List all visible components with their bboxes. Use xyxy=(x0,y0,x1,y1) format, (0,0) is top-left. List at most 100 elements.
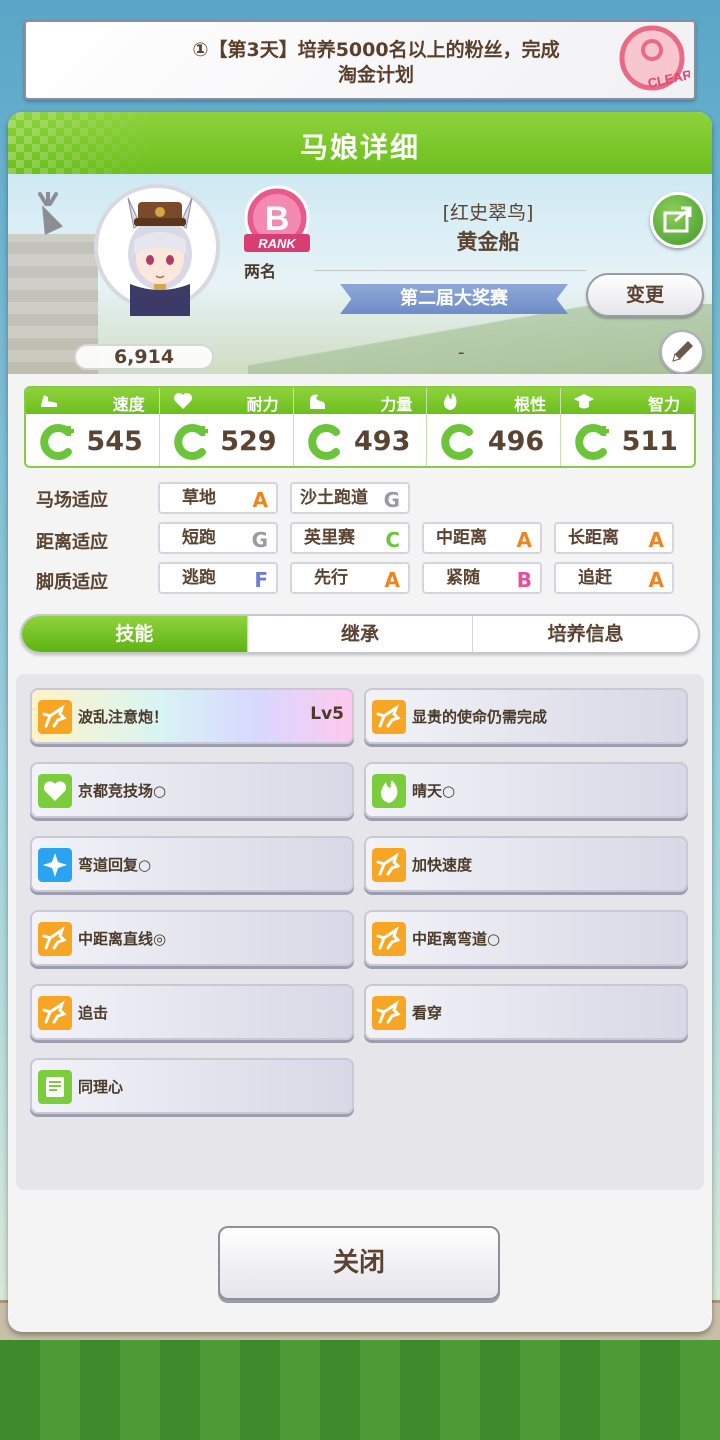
aptitude-turf: 草地 A xyxy=(158,482,278,514)
distance-aptitude-label: 距离适应 xyxy=(36,532,108,553)
skill-name: 加快速度 xyxy=(412,856,473,874)
fan-count: 6,914 xyxy=(74,344,214,370)
character-portrait[interactable] xyxy=(108,184,212,316)
horse-epithet: [红史翠鸟] xyxy=(442,202,534,224)
aptitude-long: 长距离 A xyxy=(554,522,674,554)
running-horse-icon xyxy=(38,700,72,734)
skill-item[interactable]: 显贵的使命仍需完成 xyxy=(364,688,688,744)
skill-item[interactable]: 弯道回复○ xyxy=(30,836,354,892)
stat-value: 493 xyxy=(354,426,411,457)
stat-value: 496 xyxy=(487,426,545,457)
tab-training-info[interactable]: 培养信息 xyxy=(473,616,698,652)
aptitude-name: 英里赛 xyxy=(304,528,355,548)
aptitude-name: 追赶 xyxy=(578,568,612,588)
aptitude-medium: 中距离 A xyxy=(422,522,542,554)
horse-name: 黄金船 xyxy=(456,230,520,254)
skill-item[interactable]: 加快速度 xyxy=(364,836,688,892)
grade-c-plus-icon xyxy=(40,424,74,460)
carrot-icon[interactable] xyxy=(30,192,66,238)
grade-c-plus-icon xyxy=(575,424,610,460)
skill-item[interactable]: 中距离弯道○ xyxy=(364,910,688,966)
stat-header: 速度 xyxy=(26,388,159,414)
dialog-header: 马娘详细 xyxy=(8,112,712,174)
share-button[interactable] xyxy=(650,192,706,248)
skill-item[interactable]: 波乱注意炮！ Lv5 xyxy=(30,688,354,744)
stat-value: 529 xyxy=(220,426,277,457)
stat-label: 速度 xyxy=(112,395,145,414)
stat-label: 耐力 xyxy=(246,395,279,414)
grade-c-icon xyxy=(307,424,340,460)
skill-name: 同理心 xyxy=(78,1078,124,1096)
tab-inheritance[interactable]: 继承 xyxy=(248,616,474,652)
skill-name: 显贵的使命仍需完成 xyxy=(412,708,548,726)
aptitude-grade: A xyxy=(516,528,532,552)
running-horse-icon xyxy=(372,700,406,734)
running-horse-icon xyxy=(372,996,406,1030)
aptitude-grade: B xyxy=(516,568,532,592)
name-divider xyxy=(314,270,586,271)
skill-item[interactable]: 同理心 xyxy=(30,1058,354,1114)
sparkle-icon xyxy=(38,848,72,882)
share-icon xyxy=(663,206,692,233)
stat-header: 智力 xyxy=(561,388,694,414)
grade-c-plus-icon xyxy=(174,424,208,460)
aptitude-grade: A xyxy=(648,568,664,592)
running-horse-icon xyxy=(38,996,72,1030)
skill-item[interactable]: 京都竞技场○ xyxy=(30,762,354,818)
skill-level: Lv5 xyxy=(310,704,344,724)
aptitude-grade: A xyxy=(252,488,268,512)
aptitude-grade: G xyxy=(251,528,268,552)
tab-skills[interactable]: 技能 xyxy=(22,616,248,652)
running-horse-icon xyxy=(372,922,406,956)
stats-panel: 速度 545 耐力 529 力量 493 根性 496 智力 511 xyxy=(24,386,696,468)
stat-header: 力量 xyxy=(293,388,427,414)
graduation-cap-icon xyxy=(574,394,595,409)
rank-letter: B xyxy=(265,200,290,238)
aptitude-grade: F xyxy=(254,568,268,592)
close-button[interactable]: 关闭 xyxy=(218,1226,500,1300)
aptitude-name: 先行 xyxy=(314,568,348,588)
aptitude-betweener: 紧随 B xyxy=(422,562,542,594)
change-title-button[interactable]: 变更 xyxy=(586,273,704,317)
book-icon xyxy=(38,1070,72,1104)
title-ribbon: 第二届大奖赛 xyxy=(340,284,568,314)
stat-header: 根性 xyxy=(427,388,561,414)
aptitude-grade: A xyxy=(648,528,664,552)
aptitude-leader: 先行 A xyxy=(290,562,410,594)
aptitude-grade: G xyxy=(383,488,400,512)
rank-badge: B RANK xyxy=(244,185,310,252)
stat-value: 545 xyxy=(86,426,143,457)
rank-subtitle: 两名 xyxy=(244,262,277,281)
skill-item[interactable]: 晴天○ xyxy=(364,762,688,818)
aptitude-grade: A xyxy=(384,568,400,592)
style-aptitude-label: 脚质适应 xyxy=(36,572,108,593)
aptitude-grade: C xyxy=(385,528,400,552)
stat-value: 511 xyxy=(621,426,678,457)
skill-name: 中距离弯道○ xyxy=(412,930,501,948)
stat-label: 根性 xyxy=(514,395,547,414)
track-aptitude-label: 马场适应 xyxy=(36,490,108,511)
skill-name: 京都竞技场○ xyxy=(78,782,167,800)
aptitude-sprint: 短跑 G xyxy=(158,522,278,554)
aptitude-name: 逃跑 xyxy=(182,568,216,588)
skill-name: 看穿 xyxy=(412,1004,443,1022)
stat-power: 力量 493 xyxy=(293,388,428,466)
mission-text-line1: ①【第3天】培养5000名以上的粉丝，完成 xyxy=(192,39,560,61)
aptitude-name: 中距离 xyxy=(436,528,487,548)
aptitude-chaser: 追赶 A xyxy=(554,562,674,594)
pencil-icon xyxy=(672,341,693,362)
skill-name: 波乱注意炮！ xyxy=(78,708,169,726)
stat-label: 智力 xyxy=(647,395,680,414)
aptitude-mile: 英里赛 C xyxy=(290,522,410,554)
clear-stamp-icon: CLEAR! xyxy=(619,25,690,91)
skill-item[interactable]: 追击 xyxy=(30,984,354,1040)
skill-name: 中距离直线◎ xyxy=(78,930,167,948)
background-grass xyxy=(0,1340,720,1440)
running-horse-icon xyxy=(38,922,72,956)
skill-name: 晴天○ xyxy=(412,782,456,800)
skill-item[interactable]: 看穿 xyxy=(364,984,688,1040)
skill-item[interactable]: 中距离直线◎ xyxy=(30,910,354,966)
stat-wisdom: 智力 511 xyxy=(561,388,694,466)
mission-banner[interactable]: ①【第3天】培养5000名以上的粉丝，完成 淘金计划 CLEAR! xyxy=(24,20,696,100)
edit-button[interactable] xyxy=(660,330,704,374)
